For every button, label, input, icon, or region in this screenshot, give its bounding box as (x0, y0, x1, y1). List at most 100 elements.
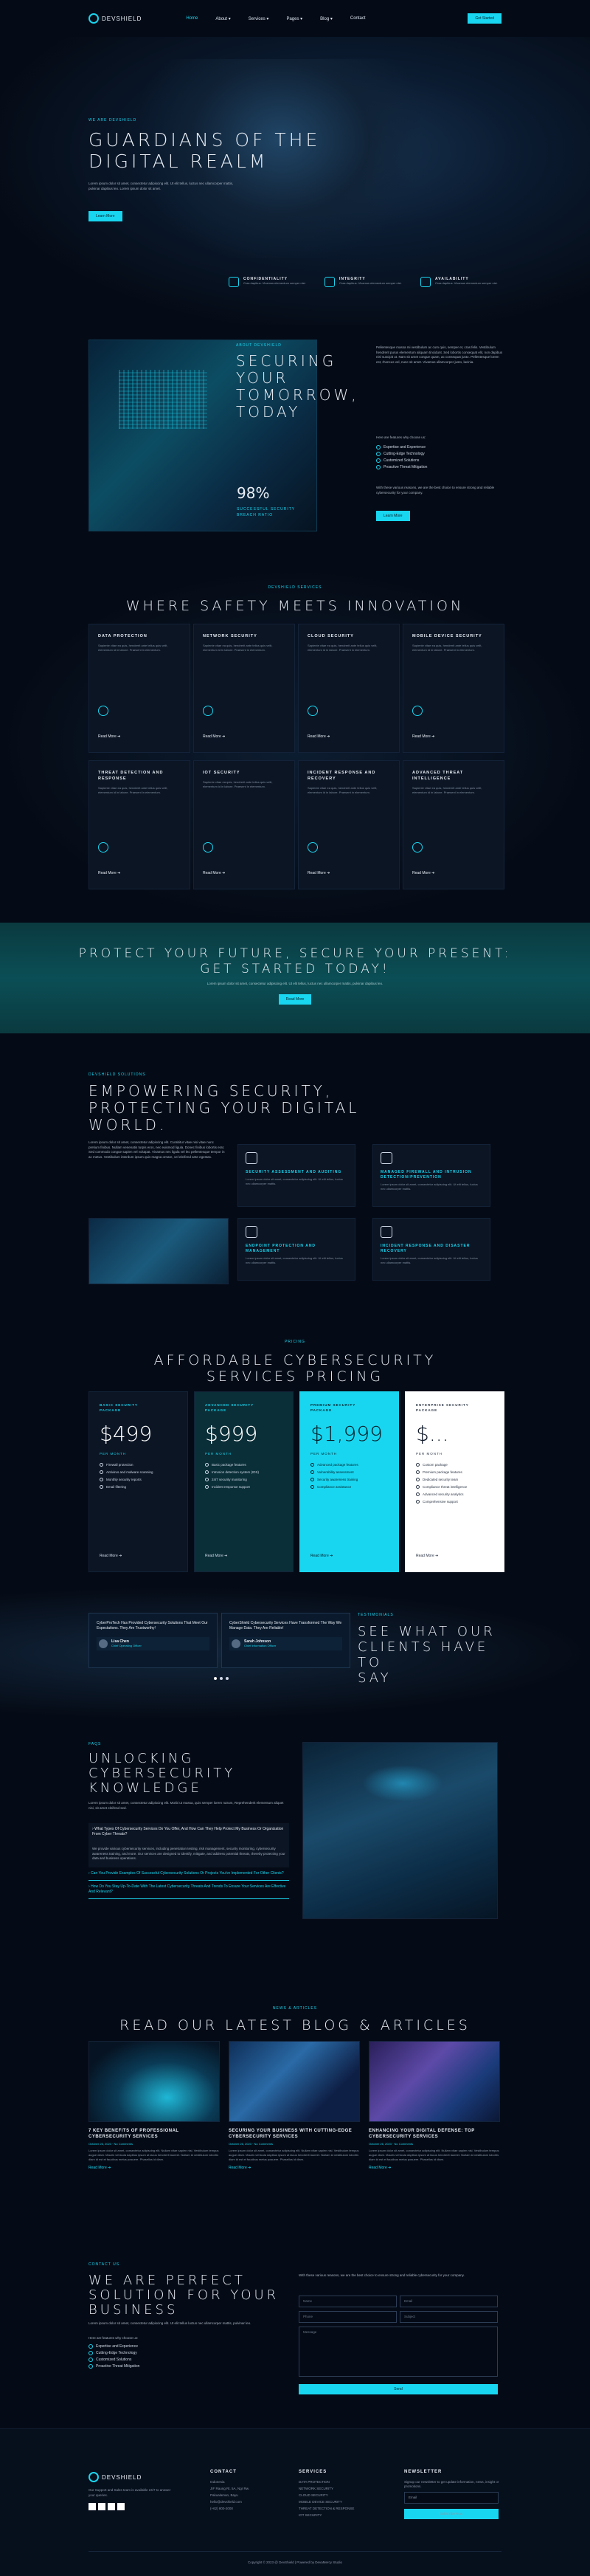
blog-post-title[interactable]: SECURING YOUR BUSINESS WITH CUTTING-EDGE… (229, 2128, 360, 2140)
blog-image[interactable] (229, 2041, 360, 2122)
phone-input[interactable]: Phone (299, 2311, 397, 2323)
blog-card[interactable]: SECURING YOUR BUSINESS WITH CUTTING-EDGE… (229, 2041, 360, 2170)
testimonial-author: Lisa Chen Chief Operating Officer (97, 1637, 209, 1650)
newsletter-email-input[interactable]: Email (404, 2492, 499, 2504)
footer-link[interactable]: MOBILE DEVICE SECURITY (299, 2500, 354, 2504)
service-card-threat-intelligence[interactable]: ADVANCED THREAT INTELLIGENCE Sapiente vit… (403, 760, 504, 889)
plan-read-more[interactable]: Read More ➜ (100, 1554, 122, 1558)
subject-input[interactable]: Subject (400, 2311, 498, 2323)
menu-item-blog[interactable]: Blog ▾ (320, 16, 333, 21)
read-more-link[interactable]: Read More ➜ (98, 871, 120, 875)
faq-accordion: › What Types Of Cybersecurity Services D… (88, 1823, 289, 1899)
brand-logo[interactable]: DEVSHIELD (88, 13, 142, 24)
blog-card[interactable]: 7 KEY BENEFITS OF PROFESSIONAL CYBERSECU… (88, 2041, 220, 2170)
footer-link[interactable]: CLOUD SECURITY (299, 2493, 354, 2498)
footer-link[interactable]: IOT SECURITY (299, 2513, 354, 2518)
faq-question[interactable]: › Can You Provide Examples Of Successful… (88, 1867, 289, 1881)
plan-name: ENTERPRISE SECURITY PACKAGE (416, 1402, 493, 1413)
email-input[interactable]: Email (400, 2296, 498, 2307)
service-card-incident-response[interactable]: INCIDENT RESPONSE AND RECOVERY Sapiente v… (298, 760, 400, 889)
blog-card[interactable]: ENHANCING YOUR DIGITAL DEFENSE: TOP CYBE… (369, 2041, 500, 2170)
blog-image[interactable] (369, 2041, 500, 2122)
blog-read-more[interactable]: Read More ➜ (88, 2166, 220, 2170)
plan-feature-label: Security awareness training (317, 1478, 358, 1481)
read-more-link[interactable]: Read More ➜ (203, 734, 225, 739)
twitter-icon[interactable] (98, 2503, 105, 2510)
check-icon (88, 2364, 93, 2369)
faq-image (302, 1742, 498, 1919)
facebook-icon[interactable] (88, 2503, 96, 2510)
service-card-iot-security[interactable]: IOT SECURITY Sapiente vitae ea quis, hend… (193, 760, 295, 889)
solution-card-firewall[interactable]: MANAGED FIREWALL AND INTRUSION DETECTION… (372, 1144, 490, 1207)
linkedin-icon[interactable] (117, 2503, 125, 2510)
learn-more-button[interactable]: Learn More (88, 211, 122, 221)
plan-name-line: PACKAGE (416, 1408, 438, 1412)
read-more-label: Read More (412, 734, 431, 739)
plan-price: $499 (100, 1422, 153, 1446)
carousel-dot[interactable] (214, 1677, 217, 1680)
plan-read-more[interactable]: Read More ➜ (416, 1554, 438, 1558)
plan-read-more[interactable]: Read More ➜ (310, 1554, 333, 1558)
blog-read-more[interactable]: Read More ➜ (369, 2166, 500, 2170)
blog-post-title[interactable]: ENHANCING YOUR DIGITAL DEFENSE: TOP CYBE… (369, 2128, 500, 2140)
read-more-link[interactable]: Read More ➜ (98, 734, 120, 739)
footer-link[interactable]: THREAT DETECTION & RESPONSE (299, 2507, 354, 2511)
read-more-link[interactable]: Read More ➜ (412, 871, 434, 875)
menu-item-pages[interactable]: Pages ▾ (286, 16, 302, 21)
footer-contact-line[interactable]: hello@devshield.com (210, 2500, 249, 2504)
menu-item-services[interactable]: Services ▾ (249, 16, 269, 21)
name-input[interactable]: Name (299, 2296, 397, 2307)
message-textarea[interactable]: Message (299, 2327, 498, 2377)
check-icon (416, 1492, 420, 1496)
screen-glow (362, 1765, 443, 1802)
cta-text: Lorem ipsum dolor sit amet, consectetur … (206, 982, 384, 985)
menu-item-contact[interactable]: Contact (350, 16, 366, 21)
contact-title-line: WE ARE PERFECT (88, 2273, 246, 2288)
blog-image[interactable] (88, 2041, 220, 2122)
service-card-cloud-security[interactable]: CLOUD SECURITY Sapiente vitae ea quis, he… (298, 624, 400, 753)
footer-logo[interactable]: DEVSHIELD (88, 2472, 142, 2482)
about-learn-more-button[interactable]: Learn More (376, 511, 410, 521)
cta-read-more-button[interactable]: Read More (278, 994, 312, 1005)
footer-contact-line[interactable]: (+62) 800-2000 (210, 2507, 249, 2511)
footer-brand-name: DEVSHIELD (102, 2473, 142, 2481)
blog-read-more[interactable]: Read More ➜ (229, 2166, 360, 2170)
solution-card-endpoint[interactable]: ENDPOINT PROTECTION AND MANAGEMENT Lorem … (237, 1218, 355, 1281)
service-card-threat-detection[interactable]: THREAT DETECTION AND RESPONSE Sapiente vi… (88, 760, 190, 889)
get-started-button[interactable]: Get Started (468, 13, 502, 24)
faq-question-open[interactable]: › What Types Of Cybersecurity Services D… (88, 1823, 289, 1841)
service-desc: Sapiente vitae ea quis, hendrerit ante t… (308, 786, 378, 794)
pricing-title-line: AFFORDABLE CYBERSECURITY (153, 1352, 437, 1368)
menu-item-about[interactable]: About ▾ (215, 16, 230, 21)
author-role: Chief Information Officer (244, 1644, 277, 1647)
subscribe-button[interactable]: Subscribe Now (404, 2509, 499, 2519)
read-more-link[interactable]: Read More ➜ (308, 871, 330, 875)
instagram-icon[interactable] (108, 2503, 115, 2510)
check-icon (376, 465, 381, 469)
service-card-network-security[interactable]: NETWORK SECURITY Sapiente vitae ea quis, … (193, 624, 295, 753)
service-title: CLOUD SECURITY (308, 634, 354, 638)
solution-card-assessment[interactable]: SECURITY ASSESSMENT AND AUDITING Lorem ip… (237, 1144, 355, 1207)
read-more-link[interactable]: Read More ➜ (308, 734, 330, 739)
carousel-dot[interactable] (226, 1677, 229, 1680)
blog-post-title[interactable]: 7 KEY BENEFITS OF PROFESSIONAL CYBERSECU… (88, 2128, 220, 2140)
faq-question[interactable]: › How Do You Stay Up-To-Date With The La… (88, 1881, 289, 1899)
carousel-dot[interactable] (220, 1677, 223, 1680)
send-button[interactable]: Send (299, 2384, 498, 2394)
check-label: Cutting-Edge Technology (384, 452, 425, 456)
service-card-mobile-security[interactable]: MOBILE DEVICE SECURITY Sapiente vitae ea … (403, 624, 504, 753)
service-card-data-protection[interactable]: DATA PROTECTION Sapiente vitae ea quis, h… (88, 624, 190, 753)
mobile-icon (412, 706, 423, 716)
footer-heading: NEWSLETTER (404, 2470, 442, 2474)
about-title-line: TOMORROW, (236, 386, 359, 404)
read-more-link[interactable]: Read More ➜ (203, 871, 225, 875)
plan-read-more[interactable]: Read More ➜ (205, 1554, 227, 1558)
plan-feature: Advanced package features (310, 1463, 388, 1467)
footer-link[interactable]: DATA PROTECTION (299, 2480, 354, 2484)
solution-card-incident[interactable]: INCIDENT RESPONSE AND DISASTER RECOVERY L… (372, 1218, 490, 1281)
check-label: Proactive Threat Mitigation (384, 465, 428, 469)
read-more-link[interactable]: Read More ➜ (412, 734, 434, 739)
footer-heading: CONTACT (210, 2470, 237, 2474)
menu-item-home[interactable]: Home (186, 16, 198, 21)
footer-link[interactable]: NETWORK SECURITY (299, 2487, 354, 2491)
